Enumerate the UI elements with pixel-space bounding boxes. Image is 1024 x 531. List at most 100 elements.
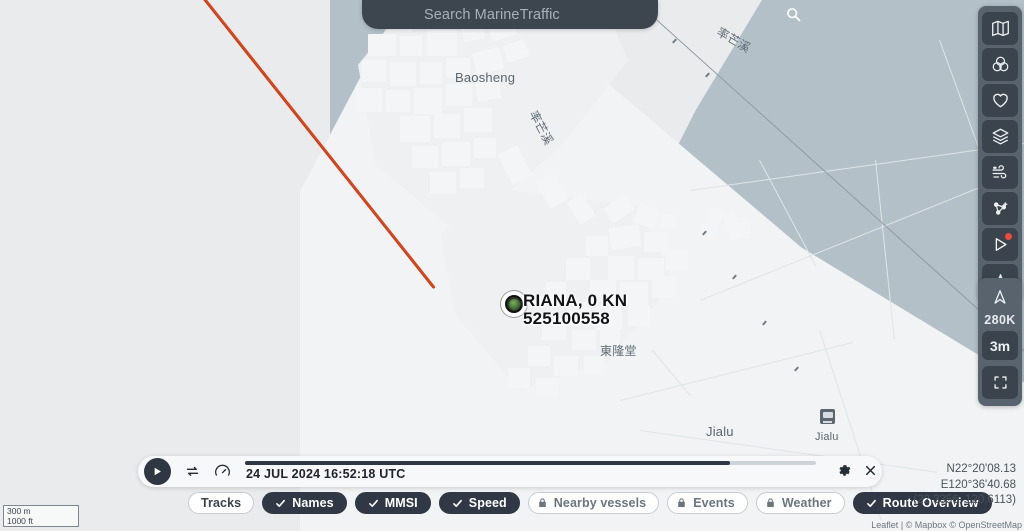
filter-pill-label: Events	[693, 496, 735, 510]
building-block	[400, 36, 422, 56]
play-icon	[154, 467, 161, 476]
network-icon[interactable]	[982, 191, 1018, 225]
attribution-leaflet[interactable]: Leaflet	[871, 520, 898, 530]
layers-icon[interactable]	[982, 119, 1018, 153]
filter-pill-nearby-vessels[interactable]: Nearby vessels	[527, 492, 660, 514]
timeline-slider[interactable]	[245, 461, 816, 465]
filter-pill-label: Names	[292, 496, 334, 510]
building-block	[554, 356, 578, 376]
map-canvas[interactable]: Baosheng 率芒溪 率芒溪 東隆堂 Jialu Jialu RIANA, 0 KN …	[0, 0, 1024, 531]
building-block	[420, 62, 442, 84]
building-block	[427, 30, 457, 56]
scale-bar: 300 m 1000 ft	[3, 505, 79, 527]
timeline-wrap: 24 JUL 2024 16:52:18 UTC	[245, 456, 874, 487]
building-block	[386, 90, 410, 112]
building-block	[474, 138, 496, 158]
attribution-osm[interactable]: © OpenStreetMap	[949, 520, 1022, 530]
timeline-progress	[245, 461, 731, 465]
map-icon[interactable]	[982, 11, 1018, 45]
filter-pill-label: Weather	[781, 496, 832, 510]
building-block	[356, 88, 382, 112]
building-block	[362, 60, 386, 82]
play-button[interactable]	[144, 458, 171, 485]
filter-pill-mmsi[interactable]: MMSI	[354, 492, 431, 514]
right-toolbar	[978, 6, 1022, 302]
building-block	[414, 88, 442, 114]
check-icon	[275, 498, 286, 509]
filter-pill-names[interactable]: Names	[262, 492, 347, 514]
map-attribution: Leaflet | © Mapbox © OpenStreetMap	[871, 520, 1022, 530]
building-block	[434, 114, 460, 138]
railway-station-icon	[820, 409, 835, 424]
railway-tick	[672, 38, 677, 44]
building-block	[572, 330, 596, 350]
venn-filter-icon[interactable]	[982, 47, 1018, 81]
lock-icon	[537, 497, 548, 509]
building-block	[566, 258, 590, 280]
gear-icon[interactable]	[837, 463, 852, 483]
building-block	[464, 108, 492, 132]
coordinates-readout: N22°20'08.13 E120°36'40.68 (22.3356, 120…	[913, 462, 1016, 509]
filter-pill-speed[interactable]: Speed	[438, 492, 520, 514]
building-block	[390, 62, 416, 86]
attribution-mapbox[interactable]: © Mapbox	[906, 520, 947, 530]
vessel-mmsi: 525100558	[523, 309, 610, 329]
close-icon[interactable]	[863, 463, 878, 483]
building-block	[430, 172, 456, 194]
scale-bar-imperial: 1000 ft	[3, 516, 79, 527]
notification-badge	[1005, 232, 1012, 240]
building-block	[738, 222, 750, 238]
building-block	[412, 146, 438, 168]
play-notification-icon[interactable]	[982, 227, 1018, 261]
zoom-panel: 280K 3m	[978, 278, 1022, 406]
vessel-label: RIANA, 0 KN 525100558	[523, 291, 628, 329]
lock-icon	[765, 497, 776, 509]
map-label: Jialu	[815, 431, 839, 443]
coordinate-decimal: (22.3356, 120.6113)	[913, 494, 1016, 507]
map-label: Jialu	[706, 424, 734, 439]
building-block	[446, 84, 472, 106]
filter-pill-weather[interactable]: Weather	[755, 492, 845, 514]
wind-icon[interactable]	[982, 155, 1018, 189]
check-icon	[452, 498, 463, 509]
building-block	[508, 368, 530, 388]
search-placeholder: Search MarineTraffic	[424, 6, 560, 23]
coordinate-lat-dms: N22°20'08.13	[946, 463, 1016, 476]
filter-pill-label: Speed	[468, 496, 507, 510]
building-block	[442, 142, 470, 166]
building-block	[628, 306, 650, 326]
building-block	[660, 214, 676, 228]
search-icon	[787, 8, 801, 22]
swap-arrows-icon[interactable]	[185, 464, 200, 479]
check-icon	[368, 498, 379, 509]
building-block	[368, 34, 396, 56]
heart-icon[interactable]	[982, 83, 1018, 117]
building-block	[608, 224, 642, 250]
filter-pill-label: MMSI	[384, 496, 418, 510]
map-label: 東隆堂	[600, 344, 637, 358]
filter-pill-tracks[interactable]: Tracks	[188, 492, 255, 514]
filter-pill-events[interactable]: Events	[667, 492, 748, 514]
coordinate-lon-dms: E120°36'40.68	[940, 478, 1016, 491]
vessel-name-speed: RIANA, 0 KN	[523, 291, 628, 310]
speedometer-icon[interactable]	[214, 463, 231, 480]
building-block	[400, 116, 430, 142]
check-icon	[866, 498, 877, 509]
building-block	[666, 250, 688, 270]
filter-pill-label: Nearby vessels	[553, 496, 647, 510]
search-bar[interactable]: Search MarineTraffic	[362, 0, 801, 29]
building-block	[608, 256, 634, 280]
fullscreen-icon[interactable]	[982, 365, 1018, 399]
building-block	[460, 168, 484, 188]
building-block	[644, 232, 668, 252]
building-block	[586, 236, 608, 256]
scale-value: 280K	[984, 313, 1016, 327]
scale-bar-metric: 300 m	[3, 505, 79, 516]
railway-tick	[705, 72, 710, 78]
map-label: Baosheng	[455, 70, 516, 85]
building-block	[528, 346, 550, 366]
elevation-button[interactable]: 3m	[982, 331, 1018, 360]
building-block	[652, 276, 676, 298]
timeline-timestamp: 24 JUL 2024 16:52:18 UTC	[246, 467, 406, 481]
navigation-arrow-icon[interactable]	[982, 282, 1018, 312]
